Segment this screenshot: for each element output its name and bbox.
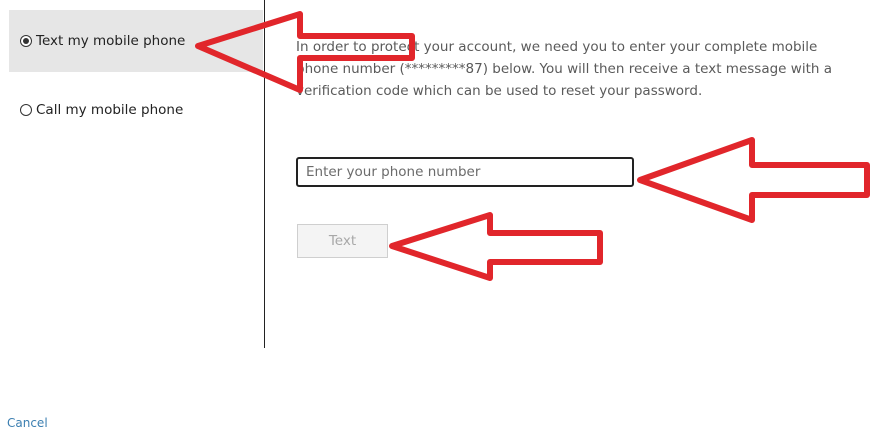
option-label: Text my mobile phone bbox=[36, 33, 186, 49]
option-text-my-mobile-phone[interactable]: Text my mobile phone bbox=[9, 10, 263, 72]
phone-number-input[interactable] bbox=[296, 157, 634, 187]
radio-selected-icon[interactable] bbox=[20, 35, 32, 47]
radio-unselected-icon[interactable] bbox=[20, 104, 32, 116]
option-label: Call my mobile phone bbox=[36, 102, 184, 118]
verification-method-page: Text my mobile phone Call my mobile phon… bbox=[0, 0, 872, 427]
cancel-link[interactable]: Cancel bbox=[7, 416, 48, 427]
text-button[interactable]: Text bbox=[297, 224, 388, 258]
red-arrow-icon bbox=[637, 137, 870, 223]
instructions-text: In order to protect your account, we nee… bbox=[296, 39, 832, 99]
column-divider bbox=[264, 0, 265, 348]
option-call-my-mobile-phone[interactable]: Call my mobile phone bbox=[9, 79, 263, 141]
red-arrow-icon bbox=[389, 212, 603, 281]
